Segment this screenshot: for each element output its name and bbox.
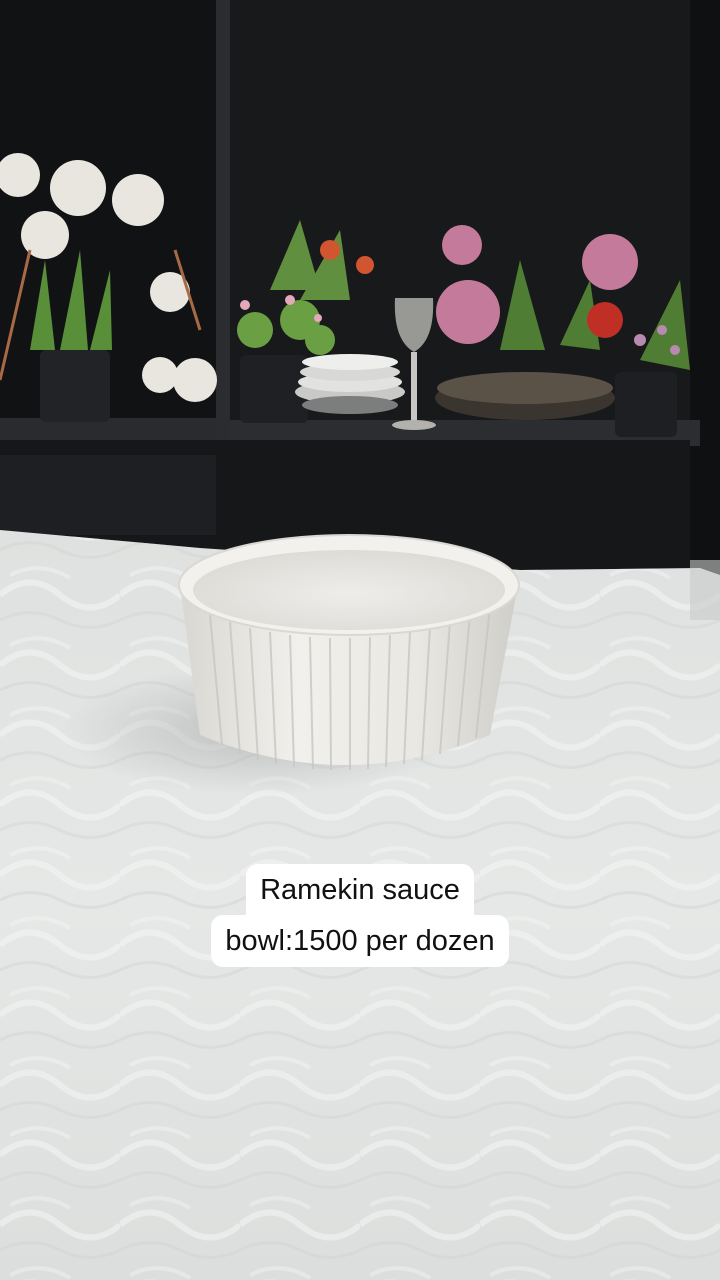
product-photo-frame: Ramekin sauce bowl:1500 per dozen — [0, 0, 720, 1280]
price-caption: Ramekin sauce bowl:1500 per dozen — [0, 864, 720, 967]
caption-line-price: bowl:1500 per dozen — [211, 915, 509, 967]
product-photo — [0, 0, 720, 1280]
ramekin-bowl — [178, 534, 520, 771]
caption-line-product: Ramekin sauce — [246, 864, 474, 916]
stacked-plates — [295, 354, 405, 414]
